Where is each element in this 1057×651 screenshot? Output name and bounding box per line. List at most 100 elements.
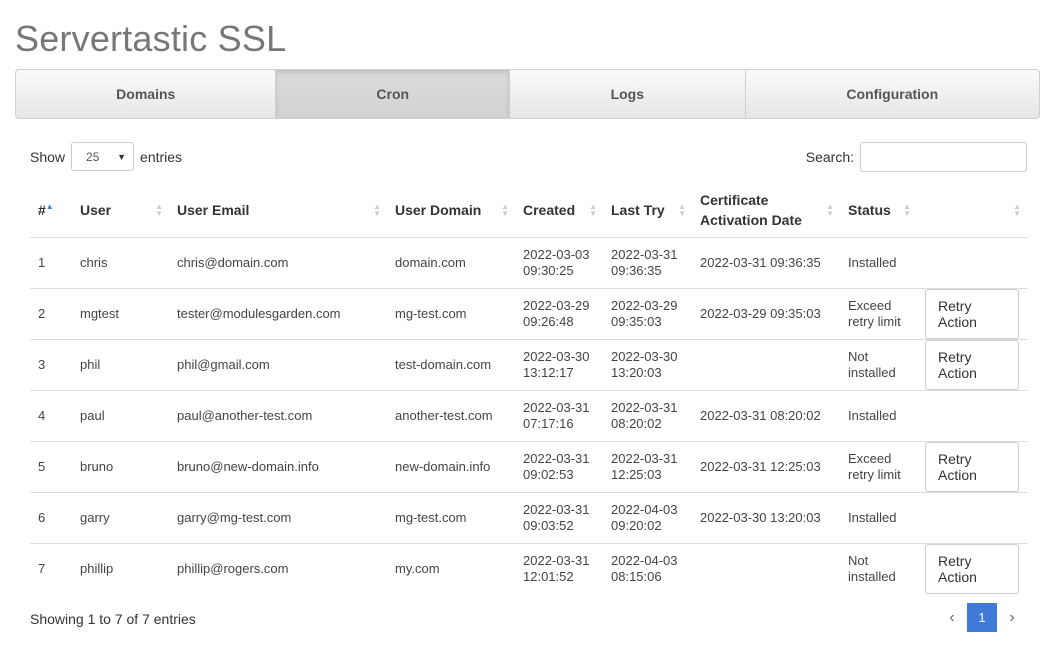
sort-icon: ▲ ▼ xyxy=(501,202,509,218)
sort-icon: ▲ ▼ xyxy=(826,202,834,218)
table-row: 4 paul paul@another-test.com another-test.c… xyxy=(30,390,1027,442)
search-label: Search: xyxy=(805,149,854,165)
row-status: Not installed xyxy=(840,339,917,391)
row-created: 2022-03-30 13:12:17 xyxy=(515,339,603,391)
row-actions xyxy=(917,492,1027,544)
show-label: Show xyxy=(30,148,66,165)
row-user-domain: mg-test.com xyxy=(387,492,515,544)
entries-label: entries xyxy=(140,148,183,165)
row-status: Installed xyxy=(840,492,917,544)
row-activation-date: 2022-03-31 08:20:02 xyxy=(692,390,840,442)
row-number: 1 xyxy=(30,237,72,289)
sort-icon: ▲ ▼ xyxy=(903,202,911,218)
row-status: Not installed xyxy=(848,553,896,584)
row-status: Installed xyxy=(840,390,917,442)
row-last-try: 2022-03-31 12:25:03 xyxy=(603,441,692,493)
page-size-control: Show 25 ▼ entries xyxy=(30,142,182,171)
search-input[interactable] xyxy=(860,142,1027,172)
column-header-status[interactable]: Status ▲ ▼ xyxy=(840,183,917,238)
row-user-domain: new-domain.info xyxy=(387,441,515,493)
column-header-actions[interactable]: ▲ ▼ xyxy=(917,183,1027,238)
sort-icon: ▲ ▼ xyxy=(678,202,686,218)
sort-asc-icon: ▲ xyxy=(45,202,54,211)
retry-action-button[interactable]: Retry Action xyxy=(925,340,1019,390)
row-user-domain: domain.com xyxy=(387,237,515,289)
row-user-email: tester@modulesgarden.com xyxy=(169,288,387,340)
column-header-activation-date[interactable]: Certificate Activation Date ▲ ▼ xyxy=(692,183,840,238)
row-last-try: 2022-04-03 09:20:02 xyxy=(603,492,692,544)
sort-icon: ▲ ▼ xyxy=(1013,202,1021,218)
row-user-email: chris@domain.com xyxy=(169,237,387,289)
row-created: 2022-03-31 09:03:52 xyxy=(515,492,603,544)
row-created: 2022-03-31 09:02:53 xyxy=(515,441,603,493)
row-number: 7 xyxy=(38,561,46,576)
table-header-row: #▲ User ▲ ▼ User Email ▲ ▼ User Domain ▲ ▼ Cre… xyxy=(30,183,1027,238)
row-activation-date: 2022-03-31 09:36:35 xyxy=(692,237,840,289)
row-user-domain: another-test.com xyxy=(387,390,515,442)
row-user: paul xyxy=(72,390,169,442)
row-created: 2022-03-03 09:30:25 xyxy=(515,237,603,289)
cron-table: #▲ User ▲ ▼ User Email ▲ ▼ User Domain ▲ ▼ Cre… xyxy=(30,183,1027,594)
retry-action-button[interactable]: Retry Action xyxy=(925,544,1019,594)
tab-logs[interactable]: Logs xyxy=(510,70,746,118)
row-user-email: phillip@rogers.com xyxy=(177,561,289,576)
tab-cron[interactable]: Cron xyxy=(276,70,511,118)
table-row: 7 phillip phillip@rogers.com my.com 2022-03-… xyxy=(30,544,1027,595)
row-last-try: 2022-03-31 08:20:02 xyxy=(603,390,692,442)
retry-action-button[interactable]: Retry Action xyxy=(925,442,1019,492)
row-last-try: 2022-03-29 09:35:03 xyxy=(603,288,692,340)
pagination: ‹ 1 › xyxy=(937,603,1027,632)
row-actions xyxy=(917,390,1027,442)
column-header-last-try[interactable]: Last Try ▲ ▼ xyxy=(603,183,692,238)
nav-tabs: Domains Cron Logs Configuration xyxy=(15,69,1040,119)
row-status: Installed xyxy=(840,237,917,289)
column-header-user-email[interactable]: User Email ▲ ▼ xyxy=(169,183,387,238)
row-actions xyxy=(917,237,1027,289)
tab-configuration[interactable]: Configuration xyxy=(746,70,1039,118)
row-created: 2022-03-29 09:26:48 xyxy=(515,288,603,340)
row-number: 4 xyxy=(30,390,72,442)
tab-domains[interactable]: Domains xyxy=(16,70,277,118)
row-status: Exceed retry limit xyxy=(840,441,917,493)
table-row: 5 bruno bruno@new-domain.info new-domain.in… xyxy=(30,441,1027,493)
row-actions: Retry Action xyxy=(917,441,1027,493)
row-created: 2022-03-31 07:17:16 xyxy=(515,390,603,442)
column-header-created[interactable]: Created ▲ ▼ xyxy=(515,183,603,238)
row-last-try: 2022-04-03 08:15:06 xyxy=(611,553,678,584)
row-activation-date: 2022-03-30 13:20:03 xyxy=(692,492,840,544)
row-activation-date xyxy=(692,339,840,391)
row-user-email: phil@gmail.com xyxy=(169,339,387,391)
retry-action-button[interactable]: Retry Action xyxy=(925,289,1019,339)
row-last-try: 2022-03-30 13:20:03 xyxy=(603,339,692,391)
row-actions: Retry Action xyxy=(917,288,1027,340)
column-header-user-domain[interactable]: User Domain ▲ ▼ xyxy=(387,183,515,238)
row-user-domain: my.com xyxy=(395,561,440,576)
page-button-current[interactable]: 1 xyxy=(967,603,997,632)
row-user: bruno xyxy=(72,441,169,493)
app-title: Servertastic SSL xyxy=(15,18,287,59)
row-user-domain: mg-test.com xyxy=(387,288,515,340)
column-header-number[interactable]: #▲ xyxy=(30,183,72,238)
page-size-select[interactable]: 25 ▼ xyxy=(71,142,135,171)
row-user: phil xyxy=(72,339,169,391)
column-header-user[interactable]: User ▲ ▼ xyxy=(72,183,169,238)
row-user: mgtest xyxy=(72,288,169,340)
row-user: garry xyxy=(72,492,169,544)
row-user-domain: test-domain.com xyxy=(387,339,515,391)
next-page-icon[interactable]: › xyxy=(997,609,1027,627)
table-row: 1 chris chris@domain.com domain.com 2022-03-… xyxy=(30,237,1027,289)
row-number: 2 xyxy=(30,288,72,340)
row-activation-date xyxy=(692,544,840,595)
row-user: chris xyxy=(72,237,169,289)
table-row: 2 mgtest tester@modulesgarden.com mg-test.c… xyxy=(30,288,1027,340)
row-number: 5 xyxy=(30,441,72,493)
row-last-try: 2022-03-31 09:36:35 xyxy=(603,237,692,289)
row-activation-date: 2022-03-29 09:35:03 xyxy=(692,288,840,340)
prev-page-icon[interactable]: ‹ xyxy=(937,609,967,627)
table-row: 6 garry garry@mg-test.com mg-test.com 2022-0… xyxy=(30,492,1027,544)
row-user-email: paul@another-test.com xyxy=(169,390,387,442)
row-number: 6 xyxy=(30,492,72,544)
table-info: Showing 1 to 7 of 7 entries xyxy=(30,611,196,627)
table-row: 3 phil phil@gmail.com test-domain.com 2022-0… xyxy=(30,339,1027,391)
caret-down-icon: ▼ xyxy=(117,151,127,162)
